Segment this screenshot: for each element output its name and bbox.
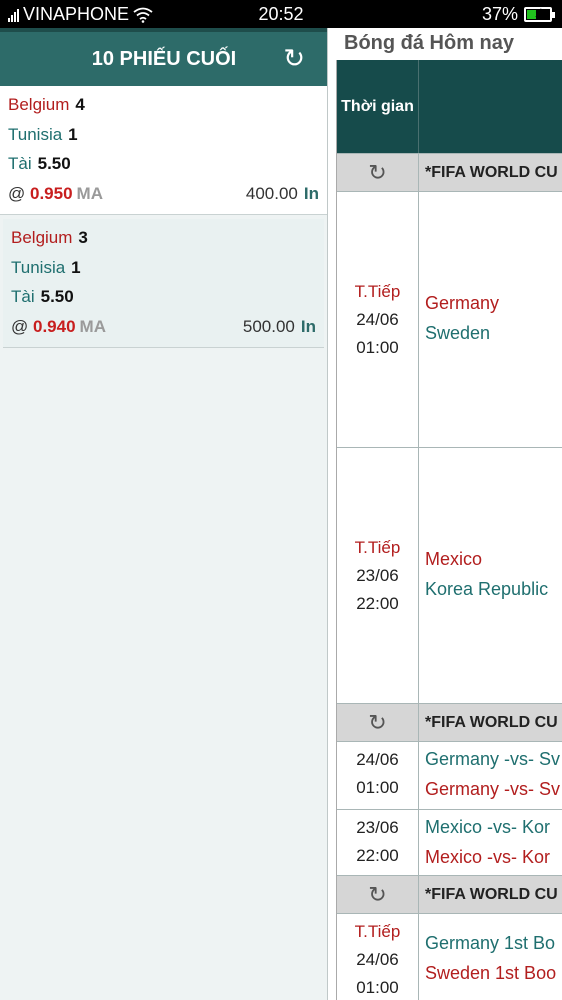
panel-title: 10 PHIẾU CUỐI bbox=[91, 48, 237, 70]
league-name: *FIFA WORLD CU bbox=[425, 164, 558, 181]
match-teams: Germany Sweden bbox=[419, 192, 562, 447]
match-status: T.Tiếp bbox=[354, 282, 401, 301]
home-team: Germany bbox=[425, 293, 500, 313]
match-time: 01:00 bbox=[356, 338, 399, 357]
bet-line-2: Germany -vs- Sv bbox=[425, 779, 561, 799]
table-header: Thời gian bbox=[337, 60, 562, 154]
match-status: T.Tiếp bbox=[354, 538, 401, 557]
league-row[interactable]: ↻ *FIFA WORLD CU bbox=[337, 704, 562, 742]
team2-score: 1 bbox=[68, 124, 78, 144]
match-teams: Germany 1st Bo Sweden 1st Boo bbox=[419, 914, 562, 1000]
bet-line: 5.50 bbox=[37, 154, 71, 173]
ticket-item[interactable]: Belgium 4 Tunisia 1 Tài 5.50 @ 0.950 MA 400.… bbox=[0, 86, 327, 215]
team2-name: Tunisia bbox=[11, 257, 66, 277]
refresh-icon[interactable]: ↻ bbox=[337, 704, 419, 741]
ticket-team2: Tunisia 1 bbox=[8, 120, 319, 150]
league-name: *FIFA WORLD CU bbox=[425, 886, 558, 903]
match-date: 24/06 bbox=[356, 750, 399, 769]
match-time: 22:00 bbox=[356, 846, 399, 865]
refresh-icon[interactable]: ↻ bbox=[283, 44, 305, 72]
ticket-team1: Belgium 4 bbox=[8, 90, 319, 120]
ticket-status: In bbox=[300, 316, 316, 336]
team2-name: Tunisia bbox=[8, 124, 63, 144]
match-row[interactable]: 23/06 22:00 Mexico -vs- Kor Mexico -vs- … bbox=[337, 810, 562, 876]
ticket-bet: Tài 5.50 bbox=[8, 149, 319, 179]
team1-score: 3 bbox=[78, 228, 88, 247]
league-row[interactable]: ↻ *FIFA WORLD CU bbox=[337, 154, 562, 192]
recent-tickets-panel: 10 PHIẾU CUỐI ↻ Belgium 4 Tunisia 1 Tài 5.5… bbox=[0, 28, 328, 1000]
bet-type: Tài bbox=[8, 154, 32, 173]
match-teams: Mexico Korea Republic bbox=[419, 448, 562, 703]
home-team: Mexico bbox=[425, 549, 483, 569]
match-time-cell: T.Tiếp 24/06 01:00 bbox=[337, 192, 419, 447]
bet-line-2: Mexico -vs- Kor bbox=[425, 847, 551, 867]
battery-percent: 37% bbox=[481, 4, 518, 24]
bet-line-1: Germany 1st Bo bbox=[425, 933, 556, 953]
market-code: MA bbox=[79, 316, 106, 336]
status-bar: VINAPHONE 20:52 37% ⚡ bbox=[0, 0, 562, 28]
match-time: 22:00 bbox=[356, 594, 399, 613]
odds-value: 0.940 bbox=[33, 316, 76, 336]
market-code: MA bbox=[76, 183, 103, 203]
match-time: 01:00 bbox=[356, 978, 399, 997]
match-time: 01:00 bbox=[356, 778, 399, 797]
header-time: Thời gian bbox=[337, 60, 419, 153]
refresh-icon[interactable]: ↻ bbox=[337, 154, 419, 191]
bet-line-1: Germany -vs- Sv bbox=[425, 749, 561, 769]
away-team: Sweden bbox=[425, 323, 491, 343]
battery-icon: ⚡ bbox=[524, 6, 555, 22]
refresh-icon[interactable]: ↻ bbox=[337, 876, 419, 913]
panel-header: 10 PHIẾU CUỐI ↻ bbox=[0, 28, 327, 86]
team1-name: Belgium bbox=[11, 228, 73, 247]
stake-amount: 500.00 bbox=[242, 316, 295, 336]
ticket-team1: Belgium 3 bbox=[11, 223, 316, 253]
ticket-odds: @ 0.940 MA 500.00 In bbox=[11, 312, 316, 342]
league-row[interactable]: ↻ *FIFA WORLD CU bbox=[337, 876, 562, 914]
team1-score: 4 bbox=[75, 95, 85, 114]
match-list-page: Bóng đá Hôm nay Thời gian ↻ *FIFA WORLD … bbox=[328, 0, 562, 1000]
match-time-cell: T.Tiếp 23/06 22:00 bbox=[337, 448, 419, 703]
stake-info: 400.00 In bbox=[246, 179, 319, 209]
away-team: Korea Republic bbox=[425, 579, 549, 599]
match-date: 23/06 bbox=[356, 818, 399, 837]
stake-amount: 400.00 bbox=[245, 183, 298, 203]
bet-line-1: Mexico -vs- Kor bbox=[425, 817, 551, 837]
match-table: Thời gian ↻ *FIFA WORLD CU T.Tiếp 24/06 … bbox=[336, 60, 562, 1000]
league-name: *FIFA WORLD CU bbox=[425, 714, 558, 731]
ticket-bet: Tài 5.50 bbox=[11, 282, 316, 312]
clock: 20:52 bbox=[258, 4, 304, 24]
match-teams: Mexico -vs- Kor Mexico -vs- Kor bbox=[419, 810, 562, 875]
team2-score: 1 bbox=[71, 257, 81, 277]
team1-name: Belgium bbox=[8, 95, 70, 114]
match-date: 24/06 bbox=[356, 950, 399, 969]
ticket-status: In bbox=[303, 183, 319, 203]
match-time-cell: T.Tiếp 24/06 01:00 bbox=[337, 914, 419, 1000]
ticket-item[interactable]: Belgium 3 Tunisia 1 Tài 5.50 @ 0.940 MA 500.… bbox=[3, 219, 324, 348]
match-status: T.Tiếp bbox=[354, 922, 401, 941]
match-date: 23/06 bbox=[356, 566, 399, 585]
battery-info: 37% ⚡ bbox=[481, 4, 555, 25]
match-teams: Germany -vs- Sv Germany -vs- Sv bbox=[419, 742, 562, 809]
match-row[interactable]: 24/06 01:00 Germany -vs- Sv Germany -vs-… bbox=[337, 742, 562, 810]
page-title: Bóng đá Hôm nay bbox=[344, 32, 515, 54]
at-symbol: @ bbox=[11, 316, 29, 336]
screen: VINAPHONE 20:52 37% ⚡ Bóng đá Hôm nay Th… bbox=[0, 0, 562, 1000]
header-match bbox=[419, 60, 562, 153]
match-row[interactable]: T.Tiếp 24/06 01:00 Germany Sweden bbox=[337, 192, 562, 448]
match-time-cell: 24/06 01:00 bbox=[337, 742, 419, 809]
ticket-team2: Tunisia 1 bbox=[11, 253, 316, 283]
bet-line-2: Sweden 1st Boo bbox=[425, 963, 557, 983]
at-symbol: @ bbox=[8, 183, 26, 203]
bet-line: 5.50 bbox=[40, 287, 74, 306]
stake-info: 500.00 In bbox=[243, 312, 316, 342]
match-time-cell: 23/06 22:00 bbox=[337, 810, 419, 875]
odds-value: 0.950 bbox=[30, 183, 73, 203]
match-row[interactable]: T.Tiếp 23/06 22:00 Mexico Korea Republic bbox=[337, 448, 562, 704]
match-date: 24/06 bbox=[356, 310, 399, 329]
ticket-odds: @ 0.950 MA 400.00 In bbox=[8, 179, 319, 209]
bet-type: Tài bbox=[11, 287, 35, 306]
match-row[interactable]: T.Tiếp 24/06 01:00 Germany 1st Bo Sweden… bbox=[337, 914, 562, 1000]
